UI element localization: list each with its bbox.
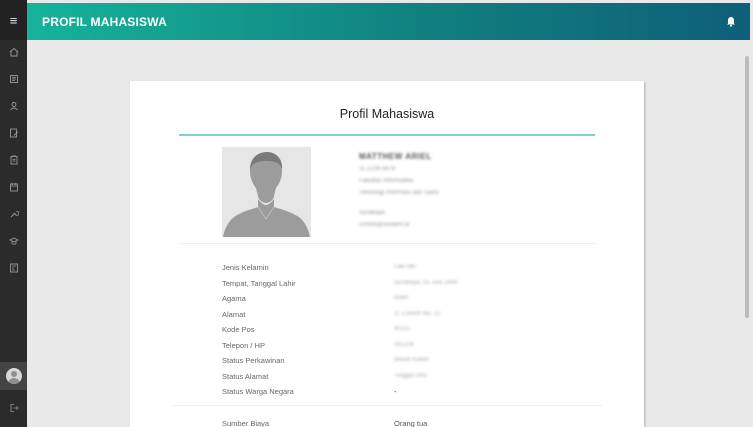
detail-row-gender: Jenis Kelamin Laki-laki xyxy=(222,261,522,277)
document-edit-icon xyxy=(9,128,18,138)
detail-label: Status Perkawinan xyxy=(222,356,285,365)
detail-value: Surabaya, 01 Juni 1999 xyxy=(394,279,458,286)
logout-icon xyxy=(10,404,19,412)
title-underline xyxy=(179,134,595,136)
detail-label: Jenis Kelamin xyxy=(222,263,269,272)
student-name: MATTHEW ARIEL xyxy=(359,152,432,161)
detail-label: Telepon / HP xyxy=(222,340,265,350)
detail-value: Belum Kawin xyxy=(394,357,430,363)
detail-row-religion: Agama Islam xyxy=(222,292,522,308)
student-program: Teknologi Informasi dan Sains xyxy=(359,190,440,196)
clipboard-icon xyxy=(10,155,17,165)
report-icon xyxy=(9,263,18,273)
detail-value: Tinggal Ortu xyxy=(394,372,427,379)
card-title: Profil Mahasiswa xyxy=(339,107,435,121)
user-avatar-button[interactable] xyxy=(0,362,27,390)
student-id: 11.1234.5678 xyxy=(359,166,396,172)
sidebar-item-tools[interactable] xyxy=(0,206,27,222)
detail-row-postal-code: Kode Pos 60111 xyxy=(222,323,522,339)
sidebar-item-report[interactable] xyxy=(0,260,27,276)
student-faculty: Fakultas Informatika xyxy=(359,178,414,184)
profile-photo xyxy=(222,147,311,237)
detail-list: Jenis Kelamin Laki-laki Tempat, Tanggal … xyxy=(222,261,522,401)
graduation-icon xyxy=(8,237,19,245)
avatar xyxy=(5,368,22,384)
detail-row-birth: Tempat, Tanggal Lahir Surabaya, 01 Juni … xyxy=(222,277,522,293)
calendar-icon xyxy=(9,183,18,192)
student-city: Surabaya xyxy=(359,210,385,216)
profile-card: Profil Mahasiswa MATTHEW ARIEL 11.1234.5… xyxy=(130,81,644,427)
detail-label: Kode Pos xyxy=(222,325,255,334)
detail-value: Jl. Contoh No. 12 xyxy=(394,310,441,317)
detail-value: Islam xyxy=(394,295,409,301)
vertical-scrollbar[interactable] xyxy=(745,56,749,318)
detail-value: - xyxy=(394,387,397,396)
detail-value: Laki-laki xyxy=(394,264,417,270)
sidebar-item-document[interactable] xyxy=(0,125,27,141)
detail-value: Orang tua xyxy=(394,419,428,427)
top-header: PROFIL MAHASISWA xyxy=(27,3,750,40)
detail-label: Status Alamat xyxy=(222,371,269,381)
section-divider xyxy=(172,405,602,406)
detail-value: 081234 xyxy=(394,341,415,348)
sidebar-item-book[interactable] xyxy=(0,71,27,87)
detail-value: 60111 xyxy=(394,326,410,332)
sidebar-item-graduation[interactable] xyxy=(0,233,27,249)
home-icon xyxy=(9,47,18,57)
notification-bell-icon[interactable] xyxy=(726,16,736,27)
student-email: contoh@student.id xyxy=(359,222,410,228)
sidebar-item-home[interactable] xyxy=(0,44,27,60)
sidebar-item-calendar[interactable] xyxy=(0,179,27,195)
detail-label: Tempat, Tanggal Lahir xyxy=(222,278,296,288)
detail-label: Sumber Biaya xyxy=(222,419,270,427)
detail-label: Agama xyxy=(222,294,246,303)
detail-label: Alamat xyxy=(222,309,246,319)
detail-row-marital-status: Status Perkawinan Belum Kawin xyxy=(222,354,522,370)
detail-row-phone: Telepon / HP 081234 xyxy=(222,339,522,355)
user-badge-icon xyxy=(9,102,18,111)
student-identity: MATTHEW ARIEL 11.1234.5678 Fakultas Info… xyxy=(359,151,439,231)
sidebar: ≡ xyxy=(0,0,27,427)
detail-label: Status Warga Negara xyxy=(222,387,294,396)
detail-row-address-status: Status Alamat Tinggal Ortu xyxy=(222,370,522,386)
detail-row-address: Alamat Jl. Contoh No. 12 xyxy=(222,308,522,324)
hamburger-icon: ≡ xyxy=(9,12,18,28)
sidebar-item-clipboard[interactable] xyxy=(0,152,27,168)
tools-icon xyxy=(10,211,19,218)
sidebar-item-profile[interactable] xyxy=(0,98,27,114)
person-silhouette-icon xyxy=(222,147,311,237)
logout-button[interactable] xyxy=(0,400,27,416)
section-divider xyxy=(179,243,595,244)
detail-row-citizenship: Status Warga Negara - xyxy=(222,385,522,401)
page-title: PROFIL MAHASISWA xyxy=(42,15,167,29)
book-icon xyxy=(9,75,18,83)
menu-toggle-button[interactable]: ≡ xyxy=(0,0,27,40)
detail-row-funding: Sumber Biaya Orang tua xyxy=(222,419,522,427)
